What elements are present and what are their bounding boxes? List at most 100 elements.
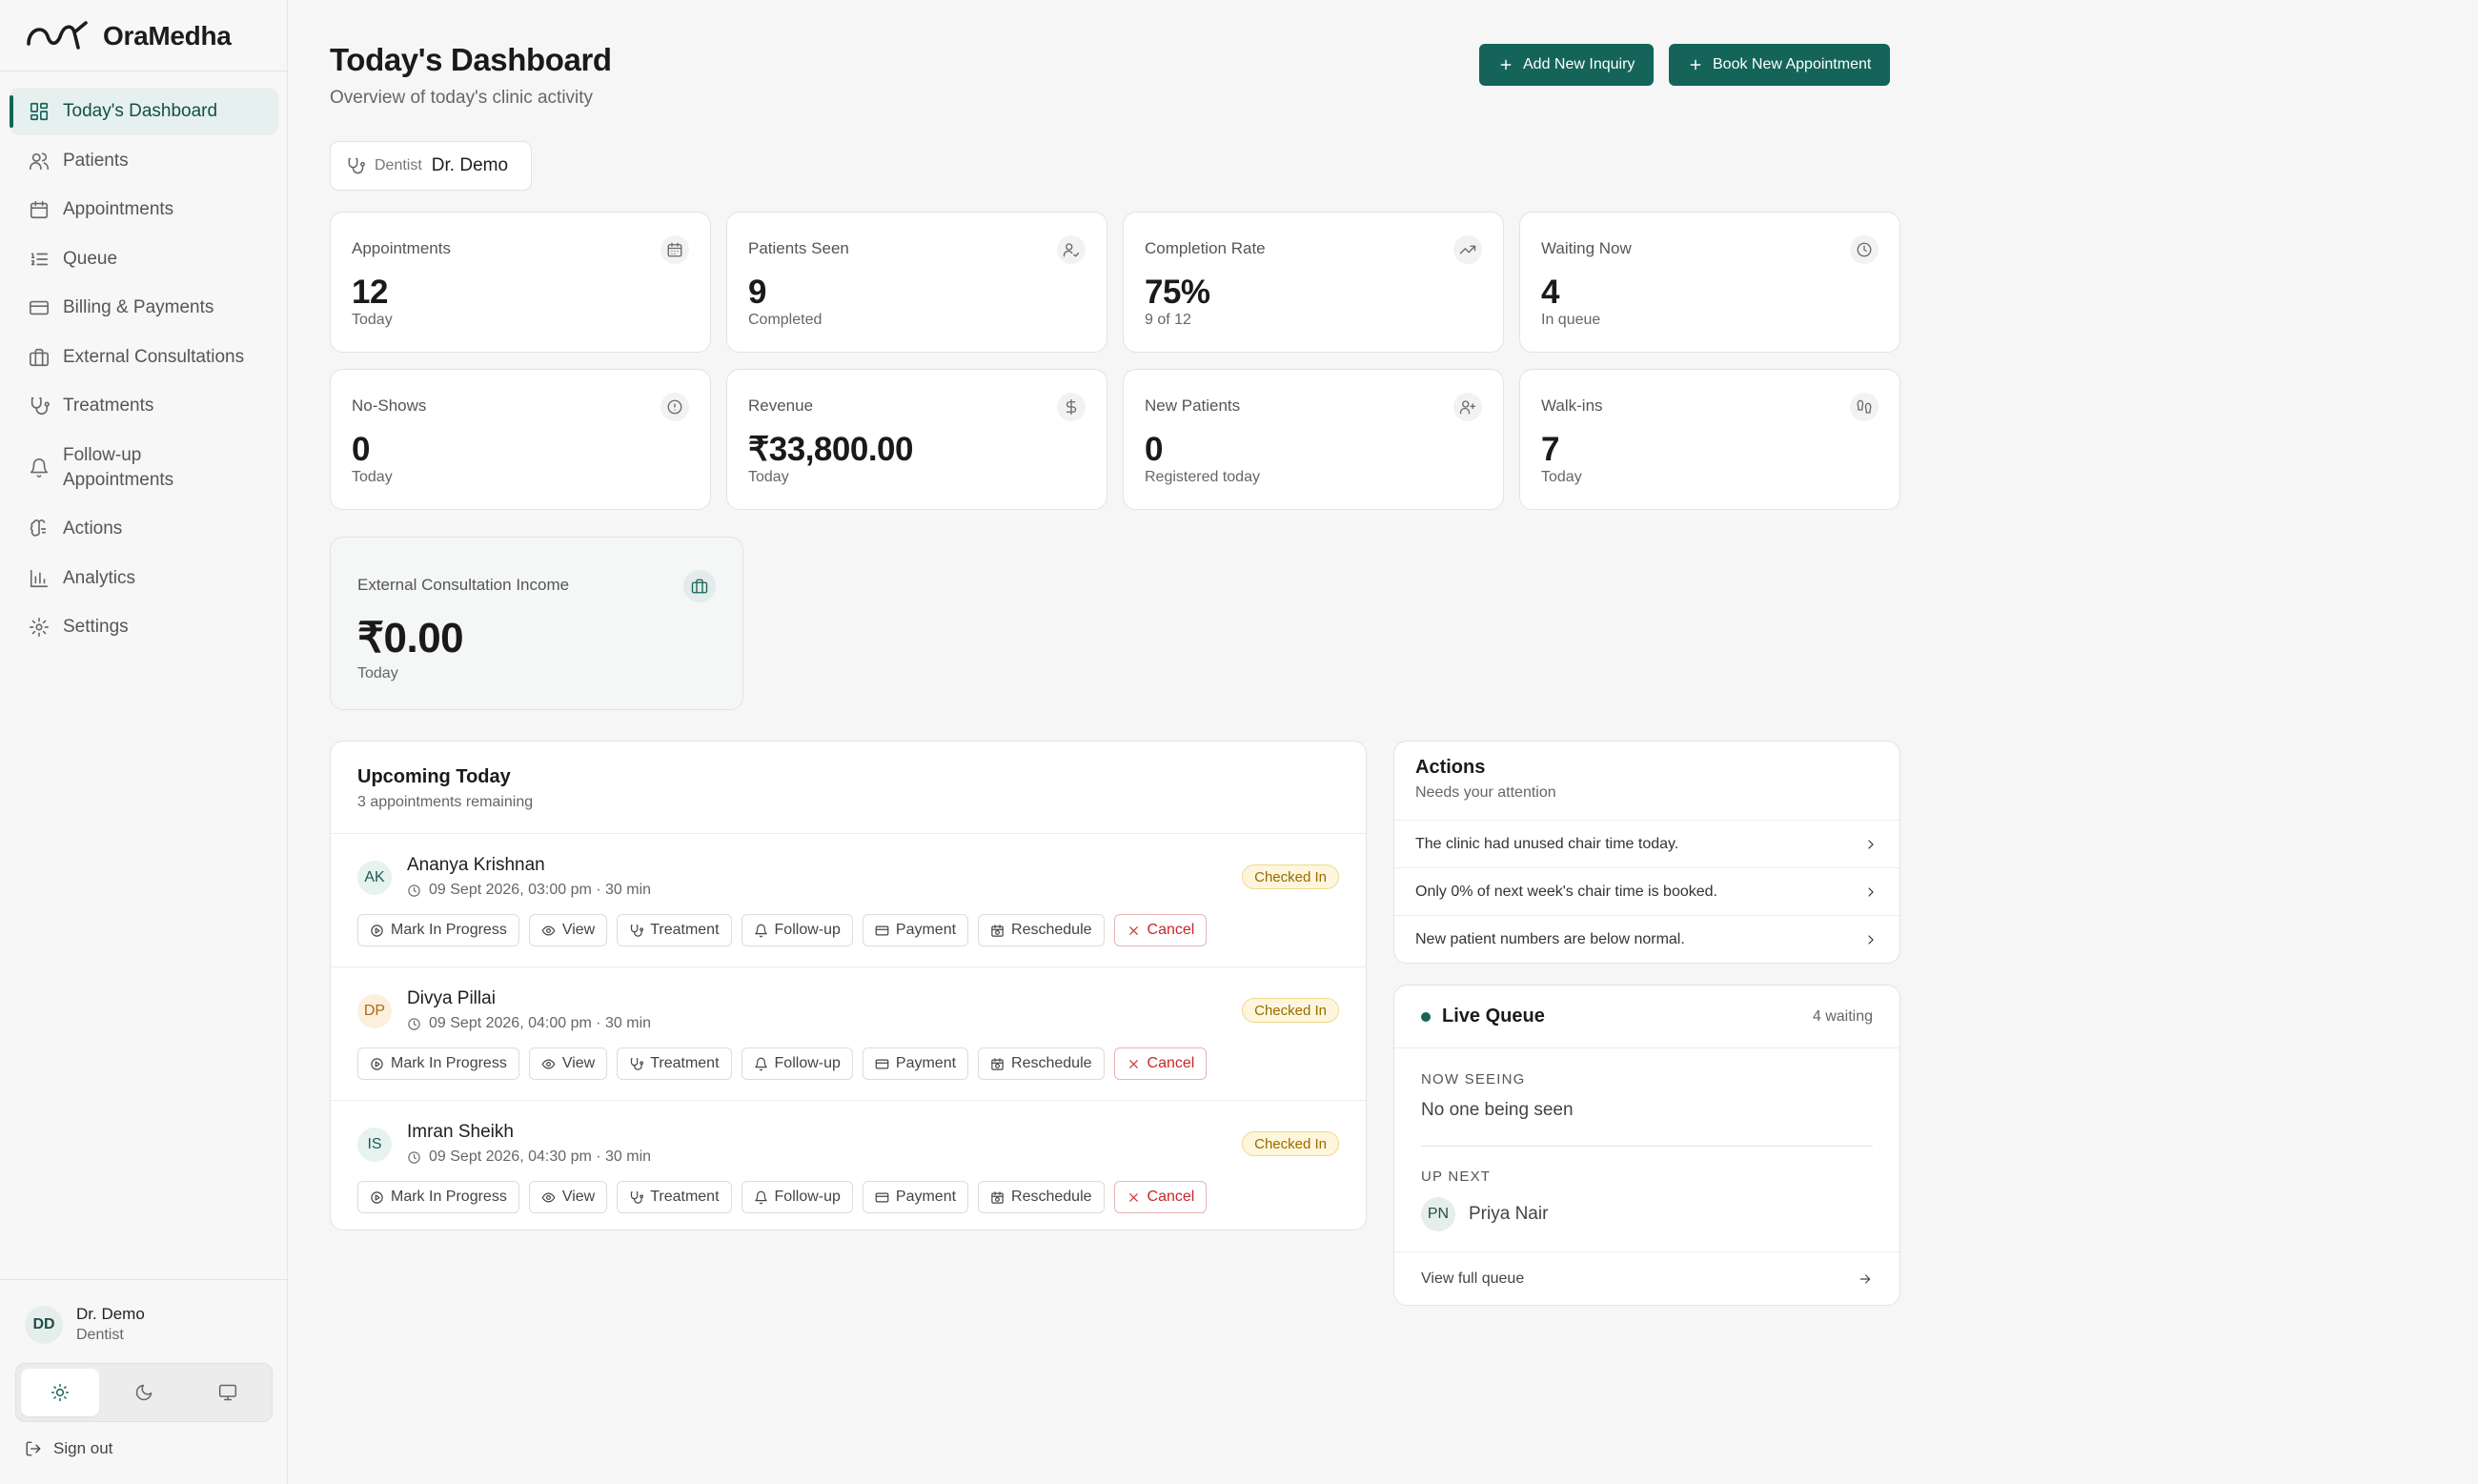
- up-next-patient[interactable]: PN Priya Nair: [1421, 1197, 1548, 1231]
- cancel-label: Cancel: [1147, 1189, 1195, 1205]
- stethoscope-icon: [631, 924, 644, 937]
- sun-icon: [51, 1383, 70, 1402]
- sidebar-item-label: Analytics: [63, 567, 136, 588]
- panel-subtitle: 3 appointments remaining: [357, 794, 534, 810]
- sidebar-item-queue[interactable]: Queue: [10, 235, 278, 283]
- sign-out-link[interactable]: Sign out: [25, 1439, 112, 1458]
- theme-light-button[interactable]: [21, 1369, 99, 1416]
- sidebar-item-appointments[interactable]: Appointments: [10, 186, 278, 234]
- eye-icon: [541, 1192, 556, 1202]
- reschedule-label: Reschedule: [1011, 1055, 1092, 1071]
- play-circle-icon: [371, 1190, 383, 1204]
- stethoscope-icon: [30, 396, 50, 415]
- view-button[interactable]: View: [528, 914, 608, 946]
- follow-up-button[interactable]: Follow-up: [741, 1181, 853, 1213]
- brain-icon: [30, 519, 47, 537]
- in-progress-label: Mark In Progress: [391, 1189, 507, 1205]
- moon-icon: [135, 1384, 152, 1401]
- stat-sub: In queue: [1541, 312, 1601, 328]
- add-inquiry-button[interactable]: Add New Inquiry: [1479, 44, 1655, 86]
- patient-name[interactable]: Ananya Krishnan: [407, 855, 545, 876]
- reschedule-label: Reschedule: [1011, 1189, 1092, 1205]
- reschedule-button[interactable]: Reschedule: [978, 1047, 1105, 1080]
- appointment-time-text: 09 Sept 2026, 04:00 pm · 30 min: [429, 1015, 652, 1031]
- sidebar-item-label: Actions: [63, 518, 123, 539]
- sidebar-item-actions[interactable]: Actions: [10, 505, 278, 553]
- follow-up-button[interactable]: Follow-up: [741, 914, 853, 946]
- stat-sub: Registered today: [1145, 469, 1260, 485]
- reschedule-button[interactable]: Reschedule: [978, 1181, 1105, 1213]
- cancel-button[interactable]: Cancel: [1113, 914, 1208, 946]
- panel-title: Actions: [1415, 757, 1486, 778]
- stat-value: 9: [748, 274, 766, 311]
- view-button[interactable]: View: [528, 1047, 608, 1080]
- treatment-label: Treatment: [650, 922, 720, 938]
- sidebar-item-label: Settings: [63, 617, 129, 637]
- payment-button[interactable]: Payment: [862, 1047, 969, 1080]
- book-appointment-button[interactable]: Book New Appointment: [1669, 44, 1891, 86]
- stat-card-new-patients: New Patients 0 Registered today: [1123, 369, 1504, 510]
- action-item[interactable]: New patient numbers are below normal.: [1394, 915, 1899, 963]
- bar-chart-icon: [30, 569, 49, 587]
- list-ordered-icon: [30, 253, 49, 265]
- payment-label: Payment: [895, 1055, 957, 1071]
- sidebar-item-settings[interactable]: Settings: [10, 603, 278, 651]
- patient-name[interactable]: Divya Pillai: [407, 988, 496, 1009]
- sidebar-item-dashboard[interactable]: Today's Dashboard: [10, 88, 278, 135]
- brand[interactable]: OraMedha: [25, 17, 232, 55]
- sidebar-item-follow-up[interactable]: Follow-up Appointments: [10, 432, 278, 504]
- payment-button[interactable]: Payment: [862, 914, 969, 946]
- page-title: Today's Dashboard: [330, 42, 612, 77]
- stat-sub: Today: [352, 469, 393, 485]
- credit-card-icon: [875, 925, 889, 935]
- appointment-actions: Mark In Progress View Treatment Follow-u…: [357, 1047, 1208, 1080]
- theme-dark-button[interactable]: [105, 1369, 183, 1416]
- chevron-right-icon: [1868, 839, 1874, 849]
- theme-system-button[interactable]: [189, 1369, 267, 1416]
- stat-card-no-shows: No-Shows 0 Today: [330, 369, 711, 510]
- stat-card-waiting-now: Waiting Now 4 In queue: [1519, 212, 1900, 353]
- treatment-button[interactable]: Treatment: [617, 1047, 732, 1080]
- cancel-button[interactable]: Cancel: [1113, 1181, 1208, 1213]
- view-full-queue-link[interactable]: View full queue: [1394, 1251, 1899, 1305]
- in-progress-button[interactable]: Mark In Progress: [357, 1047, 519, 1080]
- stat-value: 4: [1541, 274, 1559, 311]
- sidebar-item-treatments[interactable]: Treatments: [10, 382, 278, 430]
- upcoming-today-panel: Upcoming Today 3 appointments remaining …: [330, 741, 1367, 1230]
- bell-icon: [754, 924, 767, 937]
- dentist-filter[interactable]: Dentist Dr. Demo: [330, 141, 532, 191]
- cancel-button[interactable]: Cancel: [1113, 1047, 1208, 1080]
- sidebar-item-patients[interactable]: Patients: [10, 137, 278, 185]
- in-progress-button[interactable]: Mark In Progress: [357, 914, 519, 946]
- in-progress-button[interactable]: Mark In Progress: [357, 1181, 519, 1213]
- brand-name: OraMedha: [103, 21, 232, 51]
- payment-button[interactable]: Payment: [862, 1181, 969, 1213]
- bell-icon: [30, 457, 49, 478]
- sidebar-item-analytics[interactable]: Analytics: [10, 555, 278, 602]
- action-item[interactable]: Only 0% of next week's chair time is boo…: [1394, 867, 1899, 915]
- in-progress-label: Mark In Progress: [391, 1055, 507, 1071]
- sidebar-item-external-consultations[interactable]: External Consultations: [10, 334, 278, 381]
- treatment-button[interactable]: Treatment: [617, 914, 732, 946]
- view-button[interactable]: View: [528, 1181, 608, 1213]
- patient-name[interactable]: Imran Sheikh: [407, 1122, 514, 1143]
- user-name: Dr. Demo: [76, 1305, 145, 1323]
- external-income-card: External Consultation Income ₹0.00 Today: [330, 537, 743, 710]
- sidebar-item-billing[interactable]: Billing & Payments: [10, 284, 278, 332]
- reschedule-button[interactable]: Reschedule: [978, 914, 1105, 946]
- follow-up-label: Follow-up: [774, 1055, 841, 1071]
- action-item[interactable]: The clinic had unused chair time today.: [1394, 820, 1899, 867]
- treatment-button[interactable]: Treatment: [617, 1181, 732, 1213]
- play-circle-icon: [371, 1057, 383, 1070]
- stat-sub: 9 of 12: [1145, 312, 1191, 328]
- user-profile[interactable]: DD Dr. Demo Dentist: [0, 1279, 288, 1344]
- calendar-icon: [660, 235, 689, 264]
- list-item: IS Imran Sheikh 09 Sept 2026, 04:30 pm ·…: [331, 1100, 1366, 1233]
- close-icon: [1128, 925, 1138, 935]
- stethoscope-icon: [631, 1057, 644, 1070]
- panel-subtitle: Needs your attention: [1415, 784, 1556, 801]
- sidebar-item-label: Queue: [63, 248, 118, 269]
- follow-up-button[interactable]: Follow-up: [741, 1047, 853, 1080]
- avatar: AK: [357, 861, 392, 895]
- panel-title: Upcoming Today: [357, 766, 511, 787]
